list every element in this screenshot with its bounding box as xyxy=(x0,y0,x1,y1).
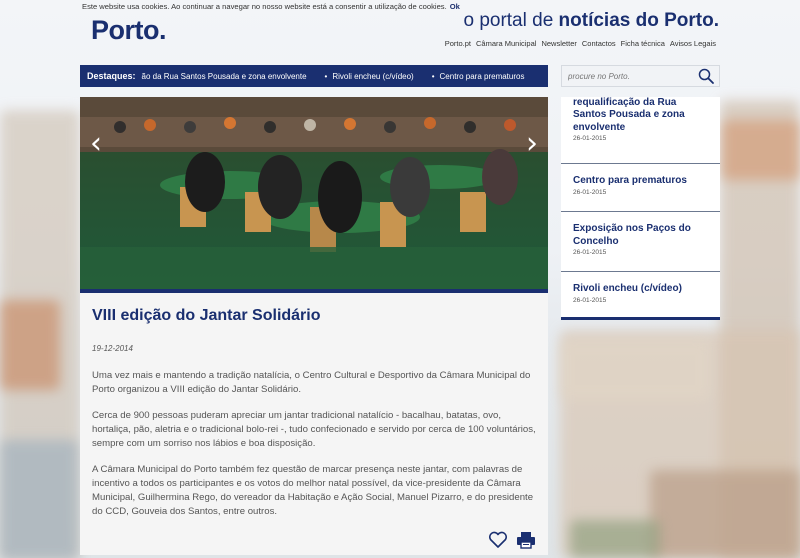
highlight-text: Centro para prematuros xyxy=(439,71,525,81)
cookie-notice: Este website usa cookies. Ao continuar a… xyxy=(82,2,460,11)
sidebar-news-date: 26-01-2015 xyxy=(573,135,607,142)
sidebar-news-item[interactable]: Centro para prematuros 26-01-2015 xyxy=(561,164,720,212)
tagline-prefix: o portal de xyxy=(463,10,559,31)
nav-link-avisos-legais[interactable]: Avisos Legais xyxy=(670,39,716,48)
sidebar-news-date: 26-01-2015 xyxy=(573,188,607,196)
print-icon[interactable] xyxy=(516,531,536,549)
article-paragraph: A Câmara Municipal do Porto também fez q… xyxy=(92,464,534,517)
site-tagline: o portal de notícias do Porto. xyxy=(463,10,719,32)
slider-prev-arrow[interactable]: ‹ xyxy=(90,129,102,159)
cookie-ok-button[interactable]: Ok xyxy=(450,2,460,11)
highlight-item[interactable]: • Centro para prematuros xyxy=(432,72,525,81)
article-paragraph: Cerca de 900 pessoas puderam apreciar um… xyxy=(92,410,536,449)
sidebar-news-date: 26-01-2015 xyxy=(573,249,607,256)
heart-icon[interactable] xyxy=(488,531,508,549)
sidebar-news-item[interactable]: Rivoli encheu (c/vídeo) 26-01-2015 xyxy=(561,272,720,317)
sidebar-news-item[interactable]: Exposição nos Paços do Concelho 26-01-20… xyxy=(561,212,720,272)
highlight-text: Rivoli encheu (c/vídeo) xyxy=(332,71,414,81)
sidebar-news-date: 26-01-2015 xyxy=(573,296,607,304)
image-slider: ‹ › xyxy=(80,97,548,293)
highlights-label: Destaques: xyxy=(87,71,136,81)
sidebar-news-item[interactable]: apresentam projeto de requalificação da … xyxy=(561,97,720,164)
article-date: 19-12-2014 xyxy=(92,344,133,353)
sidebar-news-title: Centro para prematuros xyxy=(573,175,687,186)
article-title: VIII edição do Jantar Solidário xyxy=(92,307,321,324)
slide-photo xyxy=(80,97,548,293)
nav-link-camara-municipal[interactable]: Câmara Municipal xyxy=(476,39,536,48)
slider-next-arrow[interactable]: › xyxy=(526,129,538,159)
site-logo[interactable]: Porto. xyxy=(91,15,167,46)
highlight-item[interactable]: • Rivoli encheu (c/vídeo) xyxy=(325,72,414,81)
highlight-text: ão da Rua Santos Pousada e zona envolven… xyxy=(141,71,307,81)
search-input[interactable] xyxy=(562,71,697,81)
tagline-bold: notícias do Porto. xyxy=(558,10,719,31)
bullet-icon: • xyxy=(324,71,328,81)
search-icon[interactable] xyxy=(697,67,715,85)
sidebar-news-title: Exposição nos Paços do Concelho xyxy=(573,223,691,247)
nav-link-newsletter[interactable]: Newsletter xyxy=(541,39,576,48)
nav-link-contactos[interactable]: Contactos xyxy=(582,39,616,48)
sidebar-news-title: apresentam projeto de requalificação da … xyxy=(573,97,685,133)
top-navigation: Porto.pt Câmara Municipal Newsletter Con… xyxy=(445,39,716,48)
sidebar-news-title: Rivoli encheu (c/vídeo) xyxy=(573,283,682,294)
article: VIII edição do Jantar Solidário 19-12-20… xyxy=(80,293,548,555)
article-paragraph: Uma vez mais e mantendo a tradição natal… xyxy=(92,370,531,395)
search-box xyxy=(561,65,720,87)
bullet-icon: • xyxy=(431,71,435,81)
highlight-item[interactable]: ão da Rua Santos Pousada e zona envolven… xyxy=(142,72,307,81)
article-actions xyxy=(488,531,536,549)
cookie-text: Este website usa cookies. Ao continuar a… xyxy=(82,2,447,11)
nav-link-porto-pt[interactable]: Porto.pt xyxy=(445,39,471,48)
nav-link-ficha-tecnica[interactable]: Ficha técnica xyxy=(621,39,665,48)
highlights-ticker: Destaques: ão da Rua Santos Pousada e zo… xyxy=(80,65,548,87)
news-sidebar: apresentam projeto de requalificação da … xyxy=(561,97,720,320)
